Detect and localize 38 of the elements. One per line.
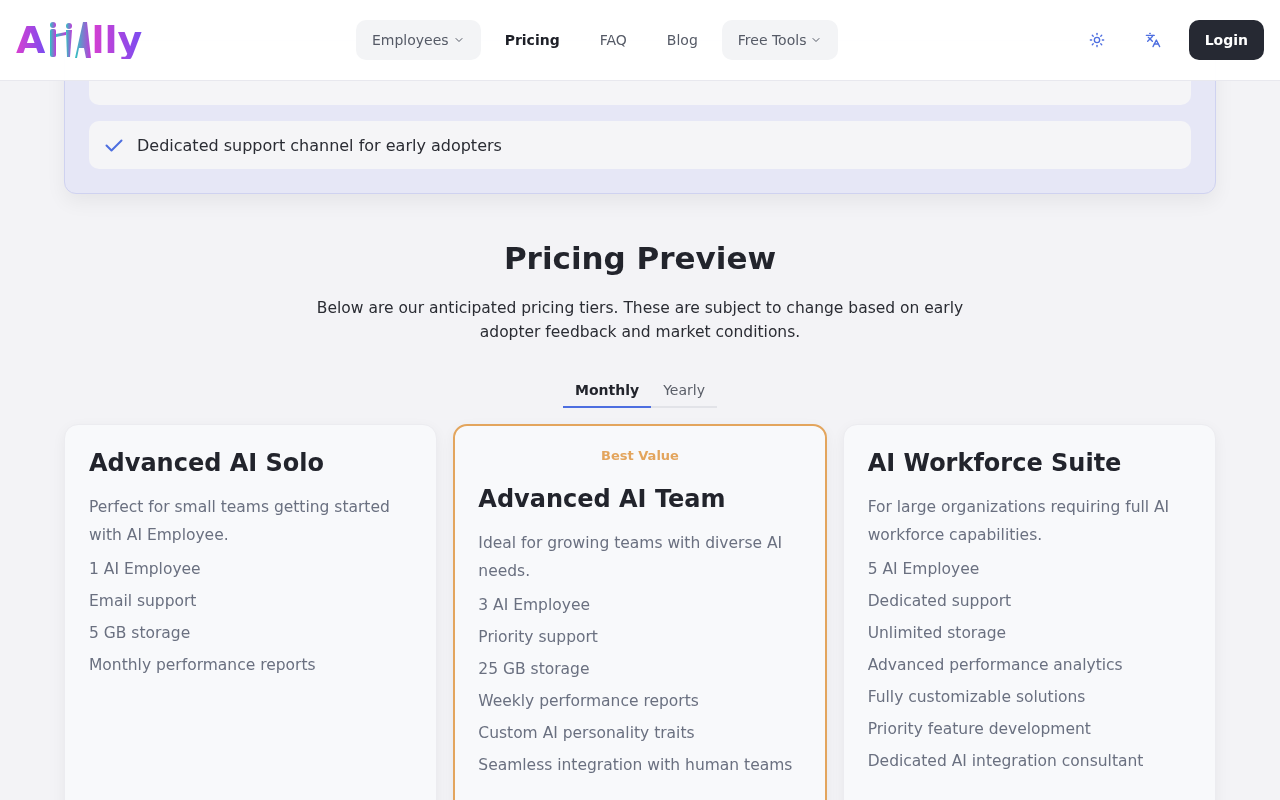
plan-description: For large organizations requiring full AI workforce capabilities. [867, 497, 1171, 546]
plan-name: Advanced AI Team [478, 485, 727, 513]
nav-link[interactable]: Pricing [488, 20, 576, 60]
check-icon [105, 138, 123, 152]
plan-feature: 5 GB storage [89, 623, 192, 644]
plan-description: Ideal for growing teams with diverse AI needs. [478, 533, 784, 582]
benefit-text: Dedicated support channel for early adopters [137, 135, 502, 155]
plan-name: AI Workforce Suite [867, 449, 1123, 477]
plan-feature: Email support [89, 591, 198, 612]
login-button[interactable]: Login [1188, 20, 1264, 60]
nav-link[interactable]: Blog [650, 20, 714, 60]
plan-feature: Custom AI personality traits [478, 723, 696, 744]
plan-feature: 25 GB storage [478, 659, 591, 680]
section-intro: Below are our anticipated pricing tiers. These are subject to change based on early adopter feedback and market conditions. [315, 298, 965, 343]
plan-feature: Advanced performance analytics [867, 655, 1124, 676]
plan-feature: Priority support [478, 627, 599, 648]
plan-feature: 5 AI Employee [867, 559, 981, 580]
plan-feature: Fully customizable solutions [867, 687, 1087, 708]
nav-link[interactable]: FAQ [583, 20, 643, 60]
plan-feature: Dedicated AI integration consultant [867, 751, 1145, 772]
plan-feature: Weekly performance reports [478, 691, 700, 712]
plan-name: Advanced AI Solo [89, 449, 326, 477]
plan-feature: 1 AI Employee [89, 559, 202, 580]
plan-feature: Dedicated support [867, 591, 1013, 612]
plan-feature: Seamless integration with human teams [478, 755, 794, 776]
sun-icon [1088, 32, 1105, 48]
nav-link[interactable]: Employees [356, 20, 481, 60]
plan-feature: Monthly performance reports [89, 655, 317, 676]
translate-icon [1144, 32, 1161, 48]
plan-badge-label: Best Value [600, 448, 680, 463]
plan-description: Perfect for small teams getting started with AI Employee. [89, 497, 391, 546]
billing-tab[interactable]: Yearly [651, 374, 717, 408]
plan-feature: Priority feature development [867, 719, 1092, 740]
billing-tab[interactable]: Monthly [563, 374, 652, 408]
section-title: Pricing Preview [503, 240, 777, 276]
nav-link[interactable]: Free Tools [721, 20, 839, 60]
plan-feature: Unlimited storage [867, 623, 1008, 644]
plan-feature: 3 AI Employee [478, 595, 591, 616]
